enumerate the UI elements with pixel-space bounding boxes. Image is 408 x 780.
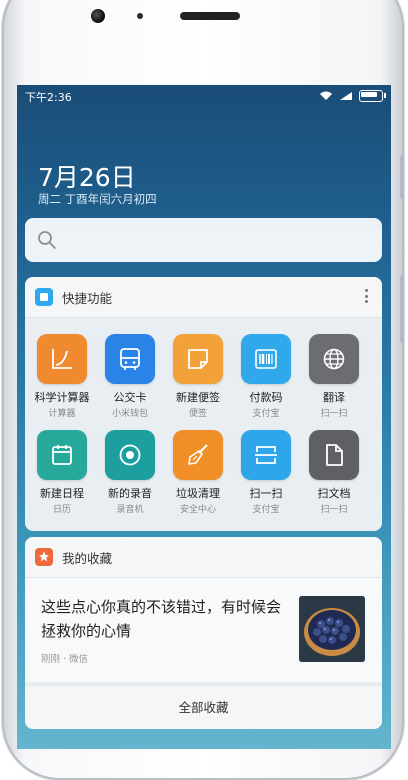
note-icon xyxy=(173,334,223,384)
app-sublabel: 录音机 xyxy=(116,505,144,515)
app-sublabel: 扫一扫 xyxy=(320,505,348,515)
scan-icon xyxy=(241,430,291,480)
favorite-item[interactable]: 这些点心你真的不该错过，有时候会拯救你的心情 刚刚 · 微信 xyxy=(25,578,382,682)
app-scan[interactable]: 扫一扫 支付宝 xyxy=(234,430,298,515)
app-scan-document[interactable]: 扫文档 扫一扫 xyxy=(302,430,366,515)
app-label: 新的录音 xyxy=(108,487,152,500)
app-payment-code[interactable]: 付款码 支付宝 xyxy=(234,334,298,419)
app-translate[interactable]: 翻译 扫一扫 xyxy=(302,334,366,419)
quick-functions-header: 快捷功能 xyxy=(25,277,382,318)
app-new-note[interactable]: 新建便签 便签 xyxy=(166,334,230,419)
front-camera-icon xyxy=(91,9,105,23)
more-menu-icon[interactable] xyxy=(365,289,369,305)
app-new-recording[interactable]: 新的录音 录音机 xyxy=(98,430,162,515)
star-icon xyxy=(35,548,53,566)
quick-functions-grid: 科学计算器 计算器 公交卡 小米钱包 新建便签 便签 付款码 支付宝 翻译 扫一… xyxy=(25,318,382,531)
favorite-item-text: 这些点心你真的不该错过，有时候会拯救你的心情 xyxy=(41,598,282,640)
all-favorites-button[interactable]: 全部收藏 xyxy=(25,685,382,729)
app-label: 翻译 xyxy=(323,391,345,404)
quick-functions-card: 快捷功能 科学计算器 计算器 公交卡 小米钱包 新建便签 便签 付款码 支付宝 … xyxy=(25,277,382,531)
document-icon xyxy=(309,430,359,480)
earpiece-speaker xyxy=(180,12,240,20)
app-label: 扫文档 xyxy=(317,487,351,500)
quick-functions-title: 快捷功能 xyxy=(62,291,113,306)
favorite-thumbnail xyxy=(299,596,365,662)
favorites-card: 我的收藏 这些点心你真的不该错过，有时候会拯救你的心情 刚刚 · 微信 全部收藏 xyxy=(25,537,382,729)
app-sublabel: 安全中心 xyxy=(179,505,216,515)
broom-icon xyxy=(173,430,223,480)
app-new-event[interactable]: 新建日程 日历 xyxy=(30,430,94,515)
record-icon xyxy=(105,430,155,480)
app-sublabel: 便签 xyxy=(188,409,207,419)
app-junk-cleaner[interactable]: 垃圾清理 安全中心 xyxy=(166,430,230,515)
app-label: 付款码 xyxy=(249,391,283,404)
calendar-icon xyxy=(37,430,87,480)
volume-button xyxy=(400,155,404,199)
app-sublabel: 支付宝 xyxy=(252,409,280,419)
wifi-icon xyxy=(320,91,332,100)
quick-functions-icon xyxy=(35,288,53,306)
app-bus-card[interactable]: 公交卡 小米钱包 xyxy=(98,334,162,419)
date-title: 7月26日 xyxy=(38,163,136,192)
app-sublabel: 小米钱包 xyxy=(111,409,148,419)
status-time: 下午2:36 xyxy=(25,91,72,104)
app-label: 垃圾清理 xyxy=(176,487,220,500)
app-sublabel: 支付宝 xyxy=(252,505,280,515)
app-sublabel: 扫一扫 xyxy=(320,409,348,419)
barcode-icon xyxy=(241,334,291,384)
search-bar[interactable] xyxy=(25,218,382,262)
signal-icon xyxy=(340,92,352,100)
favorites-header: 我的收藏 xyxy=(25,537,382,578)
power-button xyxy=(400,275,404,343)
app-label: 科学计算器 xyxy=(34,391,90,404)
status-icons xyxy=(319,90,386,102)
bus-icon xyxy=(105,334,155,384)
app-label: 新建日程 xyxy=(40,487,84,500)
app-sublabel: 日历 xyxy=(52,505,71,515)
app-label: 新建便签 xyxy=(176,391,220,404)
app-sublabel: 计算器 xyxy=(48,409,76,419)
favorite-item-meta: 刚刚 · 微信 xyxy=(41,654,89,665)
search-icon xyxy=(38,231,56,249)
screen: 下午2:36 7月26日 周二 丁酉年闰六月初四 快捷功能 科学计算器 计算器 … xyxy=(17,85,391,749)
globe-icon xyxy=(309,334,359,384)
app-label: 扫一扫 xyxy=(249,487,283,500)
calculator-icon xyxy=(37,334,87,384)
battery-icon xyxy=(359,90,386,102)
sensor-icon xyxy=(137,13,143,19)
status-bar: 下午2:36 xyxy=(17,85,391,107)
app-label: 公交卡 xyxy=(113,391,147,404)
date-lunar: 周二 丁酉年闰六月初四 xyxy=(38,192,157,206)
favorites-title: 我的收藏 xyxy=(62,551,113,566)
app-scientific-calculator[interactable]: 科学计算器 计算器 xyxy=(30,334,94,419)
